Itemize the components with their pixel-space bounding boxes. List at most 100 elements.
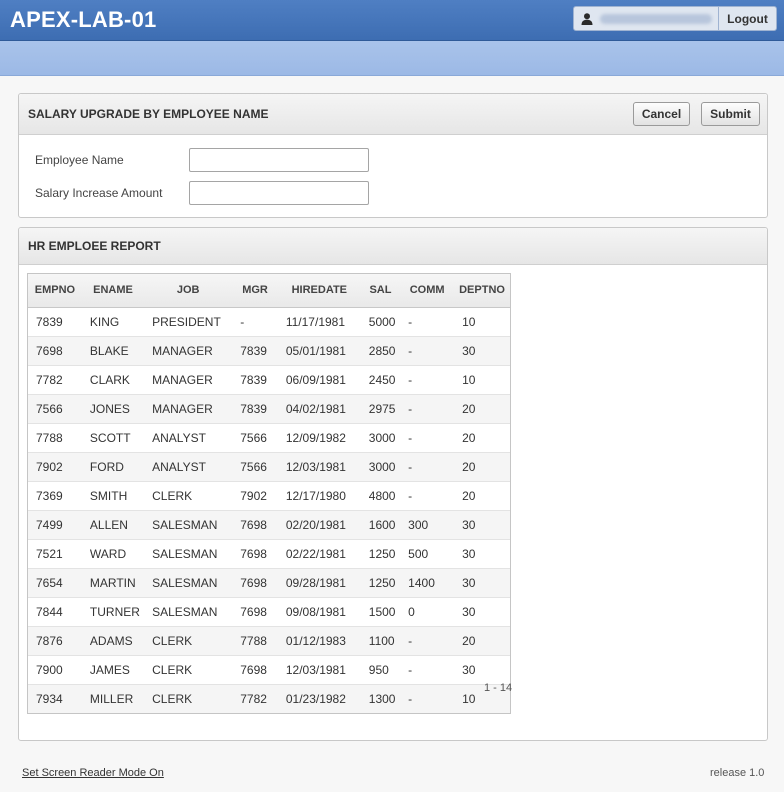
cell-sal: 1500: [360, 597, 401, 627]
cell-deptno: 30: [454, 539, 510, 569]
column-header-hiredate[interactable]: HIREDATE: [277, 274, 361, 308]
cell-mgr: 7839: [232, 365, 278, 395]
cell-hiredate: 12/03/1981: [277, 655, 361, 685]
cell-ename: KING: [81, 307, 145, 337]
cell-ename: SMITH: [81, 481, 145, 511]
cell-deptno: 20: [454, 423, 510, 453]
cell-comm: -: [400, 336, 455, 366]
cell-empno: 7934: [28, 684, 82, 713]
table-row: 7788 SCOTT ANALYST 7566 12/09/1982 3000-20: [28, 423, 510, 453]
table-row: 7844 TURNER SALESMAN 7698 09/08/1981 1500 0 30: [28, 597, 510, 627]
cell-deptno: 30: [454, 568, 510, 598]
cell-empno: 7369: [28, 481, 82, 511]
cell-mgr: 7902: [232, 481, 278, 511]
cell-deptno: 30: [454, 510, 510, 540]
employee-name-label: Employee Name: [35, 153, 124, 167]
cell-hiredate: 09/08/1981: [277, 597, 361, 627]
cell-job: MANAGER: [144, 394, 233, 424]
table-header-row: EMPNO ENAME JOB MGR HIREDATE SAL COMM DEPTNO: [28, 274, 510, 308]
cell-sal: 1100: [360, 626, 401, 656]
cell-ename: MILLER: [81, 684, 145, 713]
employee-name-input[interactable]: [189, 148, 369, 172]
cell-comm: -: [400, 423, 455, 453]
cell-comm: -: [400, 684, 455, 713]
submit-button[interactable]: Submit: [701, 102, 760, 126]
cell-hiredate: 04/02/1981: [277, 394, 361, 424]
cell-mgr: 7698: [232, 510, 278, 540]
salary-increase-label: Salary Increase Amount: [35, 186, 163, 200]
table-row: 7499 ALLEN SALESMAN 7698 02/20/1981 1600 300 30: [28, 510, 510, 540]
table-row: 7934 MILLER CLERK 7782 01/23/1982 1300-10: [28, 684, 510, 713]
cell-hiredate: 02/22/1981: [277, 539, 361, 569]
cell-job: CLERK: [144, 684, 233, 713]
cell-empno: 7902: [28, 452, 82, 482]
cell-ename: ADAMS: [81, 626, 145, 656]
logout-button[interactable]: Logout: [719, 7, 776, 30]
cell-deptno: 20: [454, 452, 510, 482]
cell-mgr: 7566: [232, 452, 278, 482]
app-header: APEX-LAB-01 Logout: [0, 0, 784, 41]
region-header: HR EMPLOEE REPORT: [19, 228, 767, 265]
cell-deptno: 30: [454, 336, 510, 366]
cell-job: MANAGER: [144, 336, 233, 366]
column-header-deptno[interactable]: DEPTNO: [454, 274, 510, 308]
column-header-comm[interactable]: COMM: [400, 274, 455, 308]
salary-increase-input[interactable]: [189, 181, 369, 205]
cell-empno: 7499: [28, 510, 82, 540]
cell-empno: 7782: [28, 365, 82, 395]
user-info: [574, 7, 719, 30]
cell-comm: 300: [400, 510, 455, 540]
cell-mgr: 7782: [232, 684, 278, 713]
column-header-mgr[interactable]: MGR: [232, 274, 278, 308]
screen-reader-mode-link[interactable]: Set Screen Reader Mode On: [22, 767, 164, 779]
cell-job: CLERK: [144, 655, 233, 685]
cell-sal: 2850: [360, 336, 401, 366]
employee-report-table: EMPNO ENAME JOB MGR HIREDATE SAL COMM DEPTNO 78…: [28, 274, 510, 713]
cell-mgr: 7566: [232, 423, 278, 453]
cell-comm: 1400: [400, 568, 455, 598]
column-header-sal[interactable]: SAL: [360, 274, 401, 308]
column-header-job[interactable]: JOB: [144, 274, 233, 308]
cell-hiredate: 12/17/1980: [277, 481, 361, 511]
column-header-ename[interactable]: ENAME: [81, 274, 145, 308]
username-redacted: [600, 13, 712, 24]
cell-deptno: 30: [454, 655, 510, 685]
cell-ename: SCOTT: [81, 423, 145, 453]
cell-empno: 7566: [28, 394, 82, 424]
cell-hiredate: 12/03/1981: [277, 452, 361, 482]
cancel-button[interactable]: Cancel: [633, 102, 690, 126]
table-row: 7902 FORD ANALYST 7566 12/03/1981 3000-20: [28, 452, 510, 482]
cell-hiredate: 06/09/1981: [277, 365, 361, 395]
region-header: SALARY UPGRADE BY EMPLOYEE NAME Cancel S…: [19, 94, 767, 135]
cell-deptno: 20: [454, 626, 510, 656]
cell-hiredate: 11/17/1981: [277, 307, 361, 337]
app-title: APEX-LAB-01: [10, 7, 157, 32]
cell-job: ANALYST: [144, 452, 233, 482]
cell-job: SALESMAN: [144, 597, 233, 627]
cell-comm: -: [400, 655, 455, 685]
cell-sal: 3000: [360, 423, 401, 453]
release-version: release 1.0: [710, 767, 765, 779]
cell-empno: 7654: [28, 568, 82, 598]
table-row: 7521 WARD SALESMAN 7698 02/22/1981 1250 500 30: [28, 539, 510, 569]
cell-job: SALESMAN: [144, 539, 233, 569]
cell-mgr: 7698: [232, 539, 278, 569]
cell-job: PRESIDENT: [144, 307, 233, 337]
cell-ename: JONES: [81, 394, 145, 424]
cell-comm: 500: [400, 539, 455, 569]
cell-sal: 2450: [360, 365, 401, 395]
cell-job: CLERK: [144, 626, 233, 656]
cell-job: SALESMAN: [144, 568, 233, 598]
cell-empno: 7788: [28, 423, 82, 453]
cell-empno: 7900: [28, 655, 82, 685]
column-header-empno[interactable]: EMPNO: [28, 274, 82, 308]
cell-sal: 1250: [360, 539, 401, 569]
cell-ename: JAMES: [81, 655, 145, 685]
cell-empno: 7521: [28, 539, 82, 569]
cell-hiredate: 02/20/1981: [277, 510, 361, 540]
cell-comm: -: [400, 365, 455, 395]
cell-comm: -: [400, 452, 455, 482]
cell-sal: 4800: [360, 481, 401, 511]
cell-mgr: 7839: [232, 336, 278, 366]
cell-hiredate: 05/01/1981: [277, 336, 361, 366]
